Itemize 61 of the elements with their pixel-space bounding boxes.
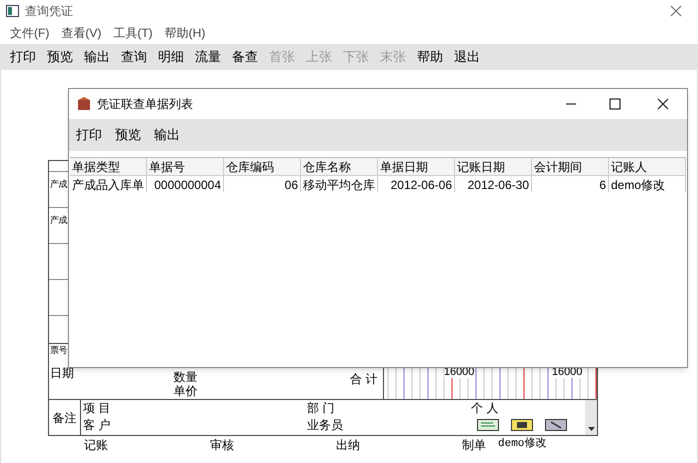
dialog-title: 凭证联查单据列表 [97, 96, 194, 113]
voucher-row-label: 产成 [50, 214, 67, 227]
table-cell: 2012-06-06 [378, 176, 455, 192]
close-icon[interactable] [657, 98, 669, 110]
table-cell: 产成品入库单 [70, 176, 147, 192]
maximize-icon[interactable] [609, 98, 621, 110]
table-cell: 2012-06-30 [455, 176, 532, 192]
toolbar-button[interactable]: 打印 [10, 47, 36, 67]
toolbar-button[interactable]: 查询 [121, 47, 147, 67]
menu-item[interactable]: 工具(T) [113, 24, 153, 42]
scrollbar[interactable] [585, 400, 597, 435]
menu-item[interactable]: 查看(V) [61, 24, 102, 42]
table-cell: demo修改 [609, 176, 686, 192]
toolbar-button[interactable]: 明细 [158, 47, 184, 67]
window-title: 查询凭证 [25, 3, 74, 20]
menu-item[interactable]: 帮助(H) [164, 24, 206, 42]
notes-label: 备注 [52, 410, 76, 426]
salesperson-label: 业务员 [307, 417, 344, 434]
column-header[interactable]: 记账日期 [455, 158, 532, 175]
dialog-toolbar-button[interactable]: 打印 [76, 125, 102, 145]
price-label: 单价 [174, 384, 199, 398]
department-label: 部 门 [307, 400, 336, 417]
toolbar-button[interactable]: 预览 [47, 47, 73, 67]
column-header[interactable]: 仓库编码 [224, 158, 301, 175]
toolbar-button[interactable]: 流量 [195, 47, 221, 67]
signature-label: 审核 [210, 437, 234, 452]
signature-label: 记账 [84, 437, 108, 452]
menu-item[interactable]: 文件(F) [10, 24, 50, 42]
customer-label: 客 户 [83, 417, 112, 434]
dialog-toolbar-button[interactable]: 预览 [115, 125, 141, 145]
document-list-icon[interactable] [477, 419, 499, 431]
table-cell: 移动平均仓库 [301, 176, 378, 192]
pencil-icon[interactable] [545, 419, 567, 431]
toolbar-button[interactable]: 备查 [232, 47, 258, 67]
column-header[interactable]: 单据日期 [378, 158, 455, 175]
window-app-icon [6, 5, 19, 17]
card-icon[interactable] [511, 419, 533, 431]
total-label: 合 计 [350, 372, 378, 386]
column-header[interactable]: 记账人 [609, 158, 686, 175]
column-header[interactable]: 单据类型 [70, 158, 147, 175]
ticket-label: 票号 [50, 344, 68, 356]
table-cell: 06 [224, 176, 301, 192]
toolbar-button[interactable]: 帮助 [417, 47, 443, 67]
project-label: 项 目 [83, 400, 112, 417]
toolbar-button[interactable]: 退出 [454, 47, 480, 67]
date-label: 日期 [50, 365, 75, 382]
dialog-toolbar-button[interactable]: 输出 [154, 125, 180, 145]
table-cell: 0000000004 [147, 176, 224, 192]
voucher-row-label: 产成 [50, 178, 67, 191]
signature-label: 出纳 [336, 437, 360, 452]
column-header[interactable]: 仓库名称 [301, 158, 378, 175]
person-label: 个 人 [471, 400, 500, 417]
dialog-app-icon [77, 97, 91, 111]
scroll-down-icon[interactable] [588, 427, 594, 431]
toolbar-button[interactable]: 输出 [84, 47, 110, 67]
column-header[interactable]: 会计期间 [532, 158, 609, 175]
column-header[interactable]: 单据号 [147, 158, 224, 175]
quantity-label: 数量 [174, 370, 199, 384]
table-cell: 6 [532, 176, 609, 192]
signature-name: demo修改 [498, 436, 546, 452]
signature-label: 制单 [462, 437, 486, 452]
